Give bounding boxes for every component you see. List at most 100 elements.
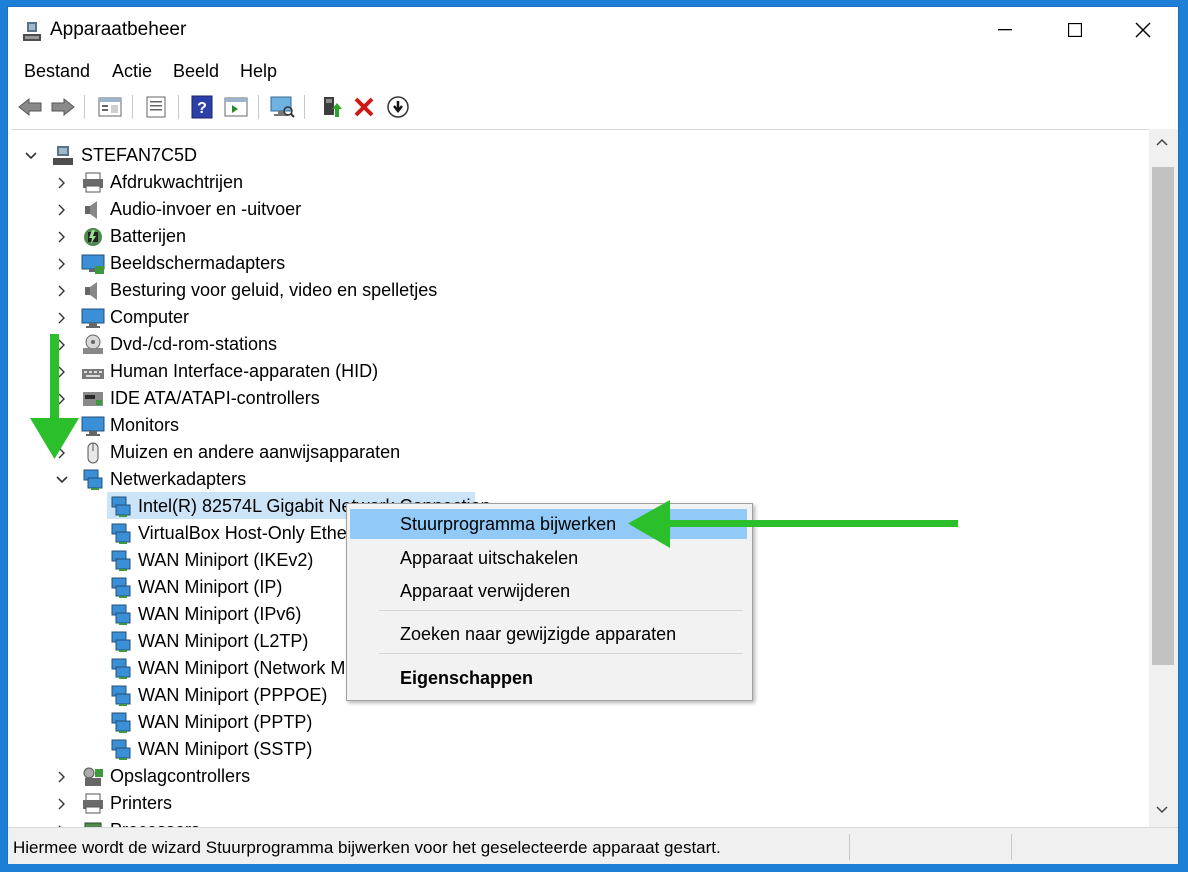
toolbar-separator [304,95,305,119]
menu-separator [379,653,743,654]
tree-item-label: Dvd-/cd-rom-stations [110,334,278,354]
tree-item-label: WAN Miniport (PPPOE) [138,685,328,705]
scrollbar-thumb[interactable] [1152,167,1174,665]
tree-item-label: Monitors [110,415,180,435]
storage-icon [81,765,105,789]
uninstall-x-icon[interactable] [350,93,378,121]
chevron-right-icon[interactable] [55,311,69,325]
menu-item-properties[interactable]: Eigenschappen [350,663,747,693]
status-bar: Hiermee wordt de wizard Stuurprogramma b… [8,827,1178,864]
enable-device-icon[interactable] [384,93,412,121]
tree-item-label: WAN Miniport (IPv6) [138,604,302,624]
tree-category-item[interactable]: Monitors [11,413,1141,440]
tree-item-label: Muizen en andere aanwijsapparaten [110,442,401,462]
network-icon [109,603,133,627]
tree-device-item[interactable]: WAN Miniport (SSTP) [11,737,1141,764]
toolbar-separator [178,95,179,119]
printer-icon [81,792,105,816]
status-divider [1011,834,1012,860]
minimize-button[interactable] [970,7,1040,53]
tree-category-item[interactable]: Netwerkadapters [11,467,1141,494]
scroll-up-icon[interactable] [1155,137,1169,147]
chevron-right-icon[interactable] [55,284,69,298]
tree-item-label: Audio-invoer en -uitvoer [110,199,302,219]
resource-view-icon[interactable] [222,93,250,121]
network-icon [109,711,133,735]
tree-item-label: WAN Miniport (SSTP) [138,739,313,759]
computer-root-icon [51,144,75,168]
network-icon [109,657,133,681]
tree-item-label: WAN Miniport (IKEv2) [138,550,314,570]
chevron-down-icon[interactable] [55,473,69,487]
chevron-down-icon[interactable] [24,149,38,163]
tree-item-label: STEFAN7C5D [81,145,198,165]
title-bar[interactable]: Apparaatbeheer [8,7,1178,55]
chevron-right-icon[interactable] [55,176,69,190]
properties-icon[interactable] [142,93,170,121]
tree-item-label: Afdrukwachtrijen [110,172,244,192]
tree-item-label: Netwerkadapters [110,469,247,489]
tree-category-item[interactable]: Opslagcontrollers [11,764,1141,791]
menu-bestand[interactable]: Bestand [24,61,90,82]
menu-item-scan-hardware[interactable]: Zoeken naar gewijzigde apparaten [350,619,747,649]
printer-queue-icon [81,171,105,195]
tree-item-label: WAN Miniport (PPTP) [138,712,313,732]
tree-category-item[interactable]: Besturing voor geluid, video en spelletj… [11,278,1141,305]
annotation-down-arrow-icon [30,334,80,464]
speaker-icon [81,279,105,303]
tree-item-label: WAN Miniport (Network Mo [138,658,356,678]
maximize-button[interactable] [1040,7,1110,53]
monitor-icon [81,306,105,330]
tree-item-label: Computer [110,307,190,327]
update-driver-icon[interactable] [318,93,346,121]
menu-help[interactable]: Help [240,61,277,82]
status-divider [849,834,850,860]
tree-category-item[interactable]: Afdrukwachtrijen [11,170,1141,197]
chevron-right-icon[interactable] [55,203,69,217]
controller-icon [81,387,105,411]
tree-category-item[interactable]: Muizen en andere aanwijsapparaten [11,440,1141,467]
tree-root-item[interactable]: STEFAN7C5D [11,143,1141,170]
back-arrow-icon[interactable] [16,93,44,121]
menu-separator [379,610,743,611]
chevron-right-icon[interactable] [55,770,69,784]
help-icon[interactable]: ? [188,93,216,121]
toolbar: ? [8,89,1178,125]
network-icon [109,549,133,573]
tree-item-label: Human Interface-apparaten (HID) [110,361,379,381]
tree-item-label: Batterijen [110,226,187,246]
chevron-right-icon[interactable] [55,797,69,811]
chevron-right-icon[interactable] [55,230,69,244]
close-button[interactable] [1108,7,1178,53]
battery-icon [81,225,105,249]
forward-arrow-icon[interactable] [49,93,77,121]
network-icon [109,630,133,654]
scan-hardware-icon[interactable] [268,93,296,121]
tree-category-item[interactable]: IDE ATA/ATAPI-controllers [11,386,1141,413]
monitor-icon [81,414,105,438]
device-tree-view-icon[interactable] [96,93,124,121]
menu-beeld[interactable]: Beeld [173,61,219,82]
network-icon [109,495,133,519]
tree-device-item[interactable]: WAN Miniport (PPTP) [11,710,1141,737]
network-icon [81,468,105,492]
toolbar-separator [84,95,85,119]
network-icon [109,738,133,762]
chevron-right-icon[interactable] [55,257,69,271]
tree-category-item[interactable]: Beeldschermadapters [11,251,1141,278]
mouse-icon [81,441,105,465]
tree-category-item[interactable]: Batterijen [11,224,1141,251]
keyboard-icon [81,360,105,384]
tree-category-item[interactable]: Dvd-/cd-rom-stations [11,332,1141,359]
tree-category-item[interactable]: Computer [11,305,1141,332]
tree-item-label: VirtualBox Host-Only Ethern [138,523,363,543]
tree-item-label: Printers [110,793,173,813]
annotation-left-arrow-icon [628,498,960,552]
tree-category-item[interactable]: Printers [11,791,1141,818]
menu-item-uninstall-device[interactable]: Apparaat verwijderen [350,576,747,606]
tree-category-item[interactable]: Audio-invoer en -uitvoer [11,197,1141,224]
menu-actie[interactable]: Actie [112,61,152,82]
tree-category-item[interactable]: Human Interface-apparaten (HID) [11,359,1141,386]
toolbar-separator [132,95,133,119]
scroll-down-icon[interactable] [1155,805,1169,815]
